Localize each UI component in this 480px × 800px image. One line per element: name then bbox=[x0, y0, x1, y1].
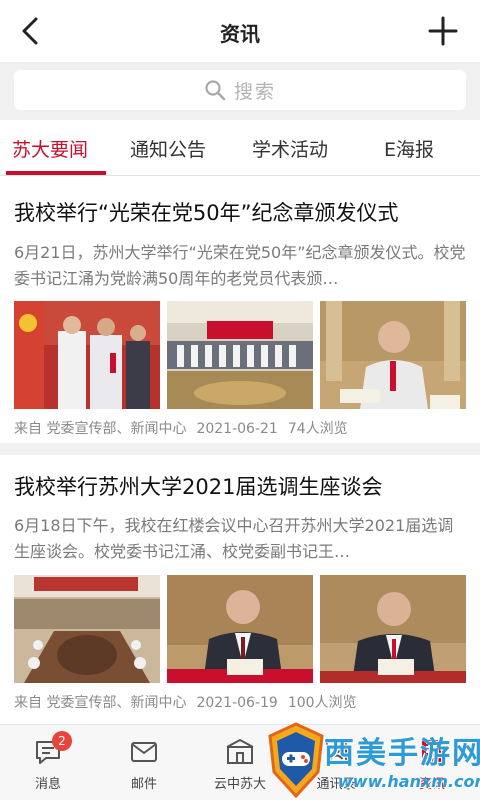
site-watermark: 西美手游网 www.hanxm.com bbox=[262, 720, 480, 800]
article-summary: 6月21日，苏州大学举行“光荣在党50年”纪念章颁发仪式。校党委书记江涌为党龄满… bbox=[14, 243, 466, 288]
top-bar: 资讯 bbox=[0, 0, 480, 62]
category-tabs: 苏大要闻 通知公告 学术活动 E海报 bbox=[0, 120, 480, 176]
search-bar-container: 搜索 bbox=[0, 62, 480, 120]
article-photo[interactable] bbox=[320, 301, 466, 409]
article-meta: 来自 党委宣传部、新闻中心 2021-06-19 100人浏览 bbox=[14, 692, 367, 712]
article-images bbox=[14, 301, 466, 409]
watermark-url: www.hanxm.com bbox=[338, 772, 480, 791]
tab-eposter[interactable]: E海报 bbox=[384, 135, 434, 162]
article-date: 2021-06-21 bbox=[196, 421, 278, 437]
article-photo[interactable] bbox=[320, 575, 466, 683]
article-views: 74人浏览 bbox=[287, 421, 348, 437]
search-placeholder: 搜索 bbox=[233, 80, 276, 103]
news-item[interactable]: 我校举行“光荣在党50年”纪念章颁发仪式 6月21日，苏州大学举行“光荣在党50… bbox=[0, 177, 480, 443]
article-photo[interactable] bbox=[167, 575, 313, 683]
divider bbox=[0, 443, 480, 455]
tab-notices[interactable]: 通知公告 bbox=[130, 135, 206, 162]
gamepad-shield-logo bbox=[268, 722, 324, 798]
article-source: 来自 党委宣传部、新闻中心 bbox=[14, 421, 187, 437]
article-photo[interactable] bbox=[14, 575, 160, 683]
campus-gate-icon bbox=[226, 739, 254, 764]
nav-label: 消息 bbox=[34, 777, 61, 792]
add-icon[interactable] bbox=[426, 14, 460, 48]
active-tab-indicator bbox=[6, 171, 106, 175]
watermark-text: 西美手游网 bbox=[324, 736, 480, 771]
article-views: 100人浏览 bbox=[287, 695, 357, 711]
article-photo[interactable] bbox=[167, 301, 313, 409]
news-item[interactable]: 我校举行苏州大学2021届选调生座谈会 6月18日下午，我校在红楼会议中心召开苏… bbox=[0, 455, 480, 723]
nav-item-messages[interactable]: 2 消息 bbox=[0, 725, 96, 800]
article-meta: 来自 党委宣传部、新闻中心 2021-06-21 74人浏览 bbox=[14, 418, 358, 438]
tab-academic[interactable]: 学术活动 bbox=[252, 135, 328, 162]
article-title[interactable]: 我校举行“光荣在党50年”纪念章颁发仪式 bbox=[14, 197, 398, 227]
unread-badge: 2 bbox=[52, 731, 72, 751]
article-title[interactable]: 我校举行苏州大学2021届选调生座谈会 bbox=[14, 471, 382, 501]
search-icon bbox=[205, 80, 226, 101]
article-photo[interactable] bbox=[14, 301, 160, 409]
article-summary: 6月18日下午，我校在红楼会议中心召开苏州大学2021届选调生座谈会。校党委书记… bbox=[14, 516, 454, 561]
nav-item-mail[interactable]: 邮件 bbox=[96, 725, 192, 800]
search-input[interactable]: 搜索 bbox=[14, 70, 466, 110]
nav-label: 邮件 bbox=[130, 777, 157, 792]
article-source: 来自 党委宣传部、新闻中心 bbox=[14, 695, 187, 711]
page-title: 资讯 bbox=[220, 22, 260, 46]
article-images bbox=[14, 575, 466, 683]
mail-icon bbox=[131, 742, 157, 762]
tab-news[interactable]: 苏大要闻 bbox=[12, 135, 88, 162]
article-date: 2021-06-19 bbox=[196, 695, 278, 711]
